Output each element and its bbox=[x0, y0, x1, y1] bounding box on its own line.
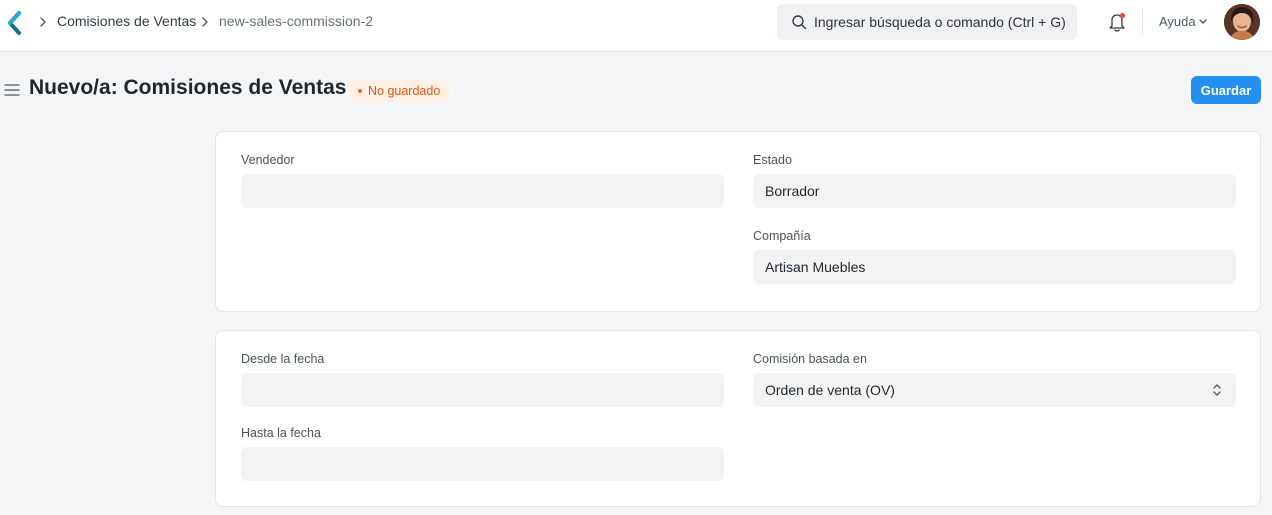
form-section-1: Vendedor Estado Borrador Compañía Artisa… bbox=[215, 131, 1261, 312]
status-dot bbox=[358, 89, 362, 93]
field-label-desde-fecha: Desde la fecha bbox=[241, 352, 325, 366]
chevron-right-icon bbox=[202, 17, 208, 27]
field-label-compania: Compañía bbox=[753, 229, 811, 243]
app-logo-icon[interactable] bbox=[6, 10, 24, 36]
comision-basada-select[interactable]: Orden de venta (OV) bbox=[753, 373, 1236, 407]
chevron-right-icon bbox=[40, 17, 46, 27]
search-icon bbox=[792, 15, 807, 30]
status-badge: No guardado bbox=[349, 80, 450, 102]
user-avatar-icon bbox=[1224, 4, 1260, 40]
chevron-down-icon[interactable] bbox=[1198, 18, 1208, 26]
field-label-hasta-fecha: Hasta la fecha bbox=[241, 426, 321, 440]
hamburger-menu-icon[interactable] bbox=[4, 83, 20, 97]
vendedor-field[interactable] bbox=[241, 174, 724, 208]
select-arrows-icon bbox=[1213, 384, 1221, 396]
field-label-estado: Estado bbox=[753, 153, 792, 167]
field-label-comision-basada: Comisión basada en bbox=[753, 352, 867, 366]
hasta-fecha-field[interactable] bbox=[241, 447, 724, 481]
breadcrumb-item[interactable]: Comisiones de Ventas bbox=[57, 13, 196, 29]
desde-fecha-field[interactable] bbox=[241, 373, 724, 407]
navbar: Comisiones de Ventas new-sales-commissio… bbox=[0, 0, 1272, 52]
comision-basada-value: Orden de venta (OV) bbox=[765, 382, 895, 398]
avatar[interactable] bbox=[1224, 4, 1260, 40]
compania-value: Artisan Muebles bbox=[765, 259, 866, 275]
form-section-2: Desde la fecha Hasta la fecha Comisión b… bbox=[215, 330, 1261, 507]
breadcrumb-current[interactable]: new-sales-commission-2 bbox=[219, 13, 373, 29]
status-badge-label: No guardado bbox=[368, 84, 441, 98]
field-label-vendedor: Vendedor bbox=[241, 153, 295, 167]
estado-value: Borrador bbox=[765, 183, 820, 199]
save-button[interactable]: Guardar bbox=[1191, 76, 1261, 104]
compania-field[interactable]: Artisan Muebles bbox=[753, 250, 1236, 284]
help-menu[interactable]: Ayuda bbox=[1159, 14, 1196, 29]
search-input[interactable]: Ingresar búsqueda o comando (Ctrl + G) bbox=[814, 14, 1066, 30]
bell-icon[interactable] bbox=[1107, 11, 1127, 33]
page-title: Nuevo/a: Comisiones de Ventas bbox=[29, 76, 347, 99]
search-bar[interactable]: Ingresar búsqueda o comando (Ctrl + G) bbox=[777, 4, 1077, 40]
estado-field[interactable]: Borrador bbox=[753, 174, 1236, 208]
navbar-divider bbox=[1142, 9, 1143, 35]
